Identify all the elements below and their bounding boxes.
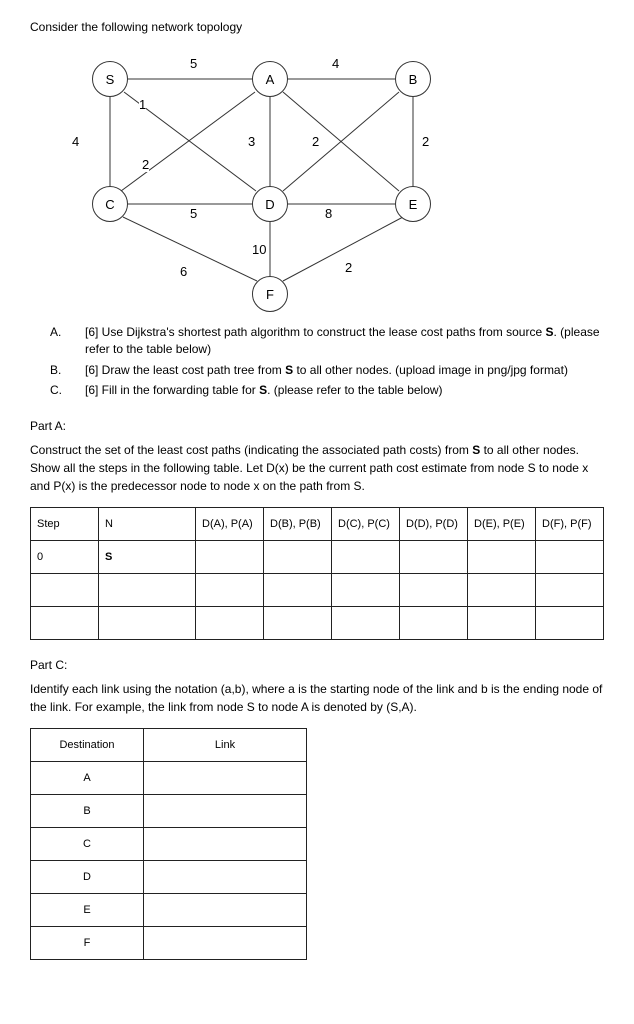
table-row: E (31, 894, 307, 927)
edge-cd: 5 (190, 206, 197, 221)
col-step: Step (31, 508, 99, 541)
cell: 0 (31, 541, 99, 574)
col-c: D(C), P(C) (332, 508, 400, 541)
node-b: B (395, 61, 431, 97)
edge-ad: 3 (248, 134, 255, 149)
col-f: D(F), P(F) (536, 508, 604, 541)
question-list: A.[6] Use Dijkstra's shortest path algor… (30, 324, 604, 399)
table-row: D (31, 861, 307, 894)
page-title: Consider the following network topology (30, 20, 604, 34)
edge-sc-left: 4 (72, 134, 79, 149)
part-a-head: Part A: (30, 419, 604, 433)
edge-cf: 6 (180, 264, 187, 279)
table-row (31, 607, 604, 640)
table-row: F (31, 927, 307, 960)
col-d: D(D), P(D) (400, 508, 468, 541)
dijkstra-table: Step N D(A), P(A) D(B), P(B) D(C), P(C) … (30, 507, 604, 640)
question-b: B.[6] Draw the least cost path tree from… (50, 362, 604, 379)
table-header-row: Destination Link (31, 729, 307, 762)
node-c: C (92, 186, 128, 222)
col-destination: Destination (31, 729, 144, 762)
table-row: C (31, 828, 307, 861)
node-a: A (252, 61, 288, 97)
col-e: D(E), P(E) (468, 508, 536, 541)
edge-ae: 2 (312, 134, 319, 149)
edge-sd: 2 (142, 157, 149, 172)
part-a-para: Construct the set of the least cost path… (30, 441, 604, 495)
edge-df: 10 (252, 242, 266, 257)
edge-be: 2 (422, 134, 429, 149)
cell: S (99, 541, 196, 574)
col-b: D(B), P(B) (264, 508, 332, 541)
table-row: B (31, 795, 307, 828)
table-row (31, 574, 604, 607)
col-a: D(A), P(A) (196, 508, 264, 541)
edge-sc-diag: 1 (139, 97, 146, 112)
forwarding-table: Destination Link A B C D E F (30, 728, 307, 960)
table-row: 0 S (31, 541, 604, 574)
node-s: S (92, 61, 128, 97)
node-f: F (252, 276, 288, 312)
edge-ab: 4 (332, 56, 339, 71)
col-link: Link (144, 729, 307, 762)
part-c-head: Part C: (30, 658, 604, 672)
table-row: A (31, 762, 307, 795)
edge-ef: 2 (345, 260, 352, 275)
table-header-row: Step N D(A), P(A) D(B), P(B) D(C), P(C) … (31, 508, 604, 541)
edge-sa: 5 (190, 56, 197, 71)
question-a: A.[6] Use Dijkstra's shortest path algor… (50, 324, 604, 358)
part-c-para: Identify each link using the notation (a… (30, 680, 604, 716)
node-e: E (395, 186, 431, 222)
question-c: C.[6] Fill in the forwarding table for S… (50, 382, 604, 399)
edge-de: 8 (325, 206, 332, 221)
node-d: D (252, 186, 288, 222)
network-graph: S A B C D E F 5 4 4 1 2 3 2 2 5 8 6 10 2 (60, 44, 480, 304)
col-n: N (99, 508, 196, 541)
